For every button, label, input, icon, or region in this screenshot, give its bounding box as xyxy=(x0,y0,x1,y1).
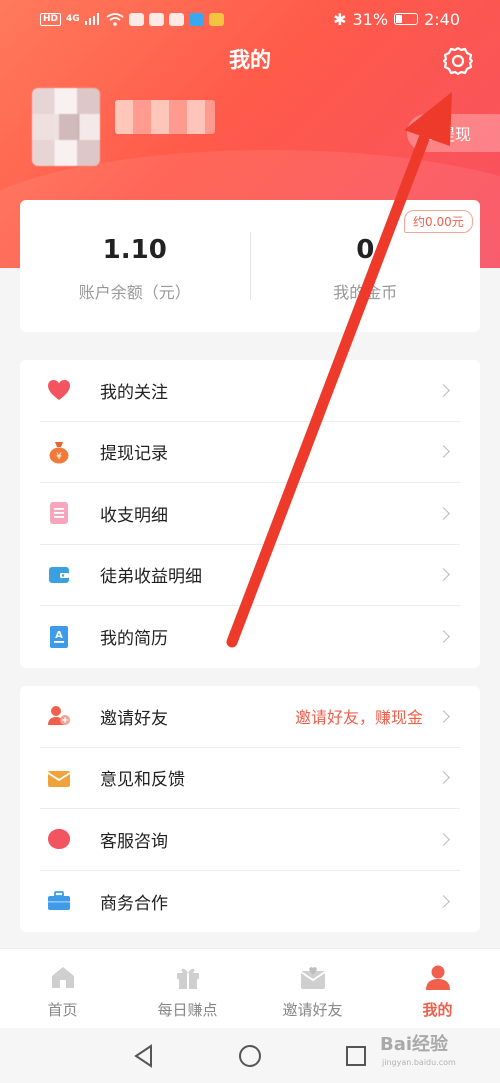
resume-icon: A xyxy=(46,624,72,650)
coins-value: 0 xyxy=(356,235,375,265)
menu-item-label: 商务合作 xyxy=(100,893,168,914)
menu-item-withdraw-records[interactable]: ¥ 提现记录 xyxy=(40,422,460,483)
chevron-right-icon xyxy=(437,568,450,582)
menu-group-account: 我的关注 ¥ 提现记录 收支明细 徒弟收益明细 A 我的简历 xyxy=(20,360,480,668)
invite-icon xyxy=(300,967,325,989)
withdraw-icon xyxy=(421,126,435,140)
back-triangle-icon xyxy=(134,1043,152,1068)
account-balance-label: 账户余额（元） xyxy=(78,283,191,302)
tab-label: 我的 xyxy=(422,1001,453,1019)
wifi-icon xyxy=(106,12,124,26)
status-bar: HD 4G ✱ 31% 2:40 xyxy=(0,0,500,38)
home-circle-icon xyxy=(239,1044,261,1067)
clock: 2:40 xyxy=(424,9,460,29)
menu-item-customer-service[interactable]: 客服咨询 xyxy=(40,809,460,871)
mail-notification-icon xyxy=(168,12,184,26)
chat-icon xyxy=(46,826,72,852)
mail-icon xyxy=(46,765,72,791)
tab-daily-earn[interactable]: 每日赚点 xyxy=(125,949,250,1028)
chevron-right-icon xyxy=(437,771,450,785)
weather-notification-icon xyxy=(188,12,204,26)
app-notification-icon xyxy=(148,12,164,26)
menu-item-business-cooperation[interactable]: 商务合作 xyxy=(40,871,460,933)
username-blurred xyxy=(115,100,215,134)
gift-icon xyxy=(176,968,199,989)
menu-item-label: 意见和反馈 xyxy=(100,770,185,791)
profile-icon xyxy=(425,965,450,990)
menu-item-feedback[interactable]: 意见和反馈 xyxy=(40,748,460,809)
withdraw-label: 提现 xyxy=(439,125,472,144)
briefcase-icon xyxy=(46,888,72,914)
invite-promo-text: 邀请好友，赚现金 xyxy=(294,708,423,728)
tab-label: 每日赚点 xyxy=(157,1001,218,1019)
app-notification-icon xyxy=(128,12,144,26)
menu-item-label: 客服咨询 xyxy=(100,831,168,852)
menu-item-income-expense[interactable]: 收支明细 xyxy=(40,483,460,545)
chevron-right-icon xyxy=(437,506,450,520)
menu-item-label: 我的关注 xyxy=(100,382,168,403)
home-icon xyxy=(51,967,74,988)
app-notification-icon xyxy=(208,12,224,26)
menu-item-following[interactable]: 我的关注 xyxy=(40,360,460,422)
tab-label: 首页 xyxy=(47,1001,78,1019)
bottom-tab-bar: 首页 每日赚点 邀请好友 我的 xyxy=(0,948,500,1028)
battery-percent: 31% xyxy=(352,9,389,29)
tab-invite-friends[interactable]: 邀请好友 xyxy=(250,949,375,1028)
menu-item-apprentice-earnings[interactable]: 徒弟收益明细 xyxy=(40,545,460,606)
account-balance-value: 1.10 xyxy=(102,235,167,265)
back-button[interactable] xyxy=(131,1043,157,1069)
tab-label: 邀请好友 xyxy=(282,1001,343,1019)
avatar[interactable] xyxy=(32,88,100,166)
menu-item-label: 收支明细 xyxy=(100,505,168,526)
wallet-icon xyxy=(46,562,72,588)
svg-text:A: A xyxy=(55,630,63,641)
bluetooth-icon: ✱ xyxy=(333,9,347,29)
menu-item-label: 徒弟收益明细 xyxy=(100,567,202,588)
chevron-right-icon xyxy=(437,630,450,644)
menu-item-label: 提现记录 xyxy=(100,444,168,465)
watermark-logo: Bai经验 xyxy=(380,1034,449,1055)
withdraw-button[interactable]: 提现 xyxy=(407,114,500,152)
home-button[interactable] xyxy=(237,1043,263,1069)
page-title: 我的 xyxy=(229,48,271,72)
menu-group-service: 邀请好友 邀请好友，赚现金 意见和反馈 客服咨询 商务合作 xyxy=(20,686,480,932)
signal-bars-icon xyxy=(84,13,99,25)
ledger-icon xyxy=(46,500,72,526)
recents-button[interactable] xyxy=(343,1043,369,1069)
network-type: HD xyxy=(40,12,62,26)
svg-text:¥: ¥ xyxy=(56,452,62,462)
chevron-right-icon xyxy=(437,894,450,908)
menu-item-resume[interactable]: A 我的简历 xyxy=(40,606,460,668)
recents-square-icon xyxy=(346,1045,366,1066)
coins-label: 我的金币 xyxy=(333,283,398,302)
menu-item-label: 我的简历 xyxy=(100,629,168,650)
gear-icon xyxy=(442,46,474,76)
watermark-url: jingyan.baidu.com xyxy=(382,1058,456,1067)
tab-profile[interactable]: 我的 xyxy=(375,949,500,1028)
battery-icon xyxy=(394,13,419,25)
chevron-right-icon xyxy=(437,709,450,723)
coins-estimate-badge: 约0.00元 xyxy=(404,210,473,233)
tab-home[interactable]: 首页 xyxy=(0,949,125,1028)
chevron-right-icon xyxy=(437,832,450,846)
heart-icon xyxy=(46,377,72,403)
add-user-icon xyxy=(46,703,72,729)
settings-button[interactable] xyxy=(441,44,475,78)
menu-item-label: 邀请好友 xyxy=(100,708,168,729)
signal-indicator: 4G xyxy=(66,14,80,24)
money-bag-icon: ¥ xyxy=(46,439,72,465)
account-balance[interactable]: 1.10 账户余额（元） xyxy=(20,200,250,332)
chevron-right-icon xyxy=(437,445,450,459)
chevron-right-icon xyxy=(437,383,450,397)
menu-item-invite-friends[interactable]: 邀请好友 邀请好友，赚现金 xyxy=(40,686,460,748)
